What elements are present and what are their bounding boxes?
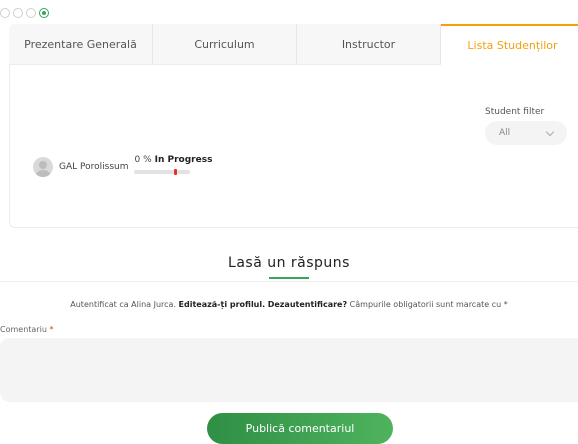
divider bbox=[0, 281, 578, 282]
tab-instructor[interactable]: Instructor bbox=[297, 24, 441, 64]
student-progress: 0 % In Progress bbox=[134, 155, 212, 175]
student-filter-label: Student filter bbox=[485, 107, 545, 117]
tab-overview[interactable]: Prezentare Generală bbox=[9, 24, 153, 64]
progress-percent: 0 % bbox=[134, 154, 152, 165]
logged-in-note: Autentificat ca Alina Jurca. Editează-ți… bbox=[0, 300, 578, 309]
progress-bar bbox=[134, 168, 191, 175]
tab-curriculum[interactable]: Curriculum bbox=[153, 24, 297, 64]
student-row: GAL Porolissum 0 % In Progress bbox=[33, 155, 212, 177]
pagination-dot[interactable] bbox=[26, 8, 36, 18]
student-filter-select[interactable]: All bbox=[485, 121, 567, 145]
submit-comment-button[interactable]: Publică comentariul bbox=[207, 413, 393, 444]
logout-link[interactable]: Dezautentificare? bbox=[268, 300, 347, 309]
required-fields-note: Câmpurile obligatorii sunt marcate cu bbox=[349, 300, 502, 309]
reply-title-underline bbox=[269, 277, 309, 279]
comment-label: Comentariu * bbox=[0, 325, 53, 334]
avatar bbox=[33, 157, 53, 177]
progress-marker bbox=[174, 168, 178, 175]
reply-title: Lasă un răspuns bbox=[228, 255, 350, 271]
tab-student-list[interactable]: Lista Studenților bbox=[441, 24, 578, 65]
comment-textarea[interactable] bbox=[0, 338, 578, 402]
required-mark: * bbox=[503, 300, 508, 309]
progress-status: In Progress bbox=[154, 154, 213, 165]
pagination-dots bbox=[0, 8, 49, 18]
logged-in-text: Autentificat ca Alina Jurca. bbox=[70, 300, 176, 309]
student-filter-value: All bbox=[499, 128, 511, 138]
pagination-dot[interactable] bbox=[13, 8, 23, 18]
progress-text: 0 % In Progress bbox=[134, 155, 212, 165]
comment-label-text: Comentariu bbox=[0, 325, 47, 334]
comment-required-mark: * bbox=[49, 325, 54, 334]
chevron-down-icon bbox=[545, 127, 555, 136]
pagination-dot-active[interactable] bbox=[39, 8, 49, 18]
pagination-dot[interactable] bbox=[0, 8, 10, 18]
course-tabs: Prezentare Generală Curriculum Instructo… bbox=[9, 24, 578, 65]
student-name: GAL Porolissum bbox=[59, 162, 129, 172]
edit-profile-link[interactable]: Editează-ți profilul. bbox=[179, 300, 266, 309]
